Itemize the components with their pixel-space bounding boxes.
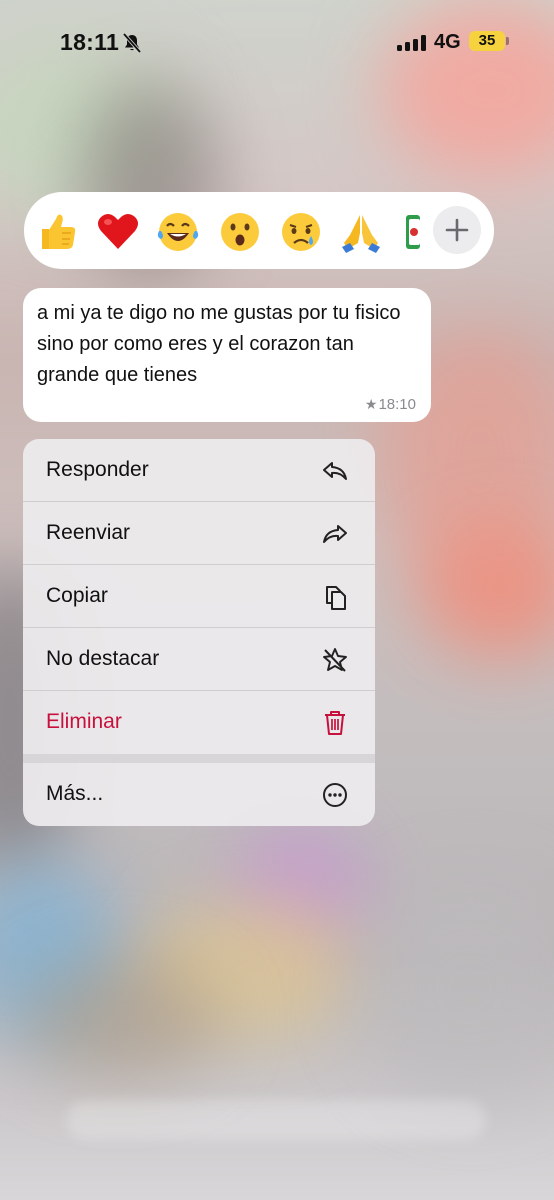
reaction-bar	[24, 192, 494, 269]
menu-item-label: No destacar	[46, 647, 160, 670]
menu-item-label: Reenviar	[46, 521, 131, 544]
tears-of-joy-emoji[interactable]	[155, 209, 201, 255]
menu-item-no-destacar[interactable]: No destacar	[23, 628, 375, 691]
surprised-face-emoji[interactable]	[217, 209, 263, 255]
partial-emoji[interactable]	[404, 209, 420, 255]
message-meta: ★18:10	[365, 396, 416, 413]
mute-bell-icon	[122, 32, 142, 54]
copy-icon	[326, 586, 346, 610]
trash-icon	[325, 711, 345, 735]
cellular-signal-icon	[397, 35, 427, 51]
menu-item-reenviar[interactable]: Reenviar	[23, 502, 375, 565]
menu-item-mas[interactable]: Más...	[23, 763, 375, 826]
menu-item-label: Más...	[46, 782, 104, 805]
menu-item-copiar[interactable]: Copiar	[23, 565, 375, 628]
menu-item-label: Eliminar	[46, 710, 122, 733]
menu-divider	[23, 754, 375, 763]
message-time: 18:10	[378, 396, 416, 413]
plus-icon	[445, 218, 469, 242]
menu-item-responder[interactable]: Responder	[23, 439, 375, 502]
unstar-icon	[323, 648, 347, 672]
reply-icon	[323, 462, 347, 480]
more-icon	[323, 783, 347, 807]
crying-face-emoji[interactable]	[278, 209, 324, 255]
battery-tip	[506, 37, 509, 45]
red-heart-emoji[interactable]	[95, 209, 141, 255]
battery-level: 35	[478, 32, 496, 49]
status-bar: 18:11 4G 35	[0, 0, 554, 90]
menu-item-label: Responder	[46, 458, 149, 481]
menu-item-eliminar[interactable]: Eliminar	[23, 691, 375, 754]
forward-icon	[323, 525, 347, 543]
message-text: a mi ya te digo no me gustas por tu fisi…	[37, 302, 401, 386]
folded-hands-emoji[interactable]	[338, 209, 384, 255]
battery-icon: 35	[469, 31, 505, 51]
add-reaction-button[interactable]	[433, 206, 481, 254]
network-type: 4G	[434, 31, 461, 53]
context-menu: Responder Reenviar Copiar No destacar El…	[23, 439, 375, 826]
starred-icon: ★	[364, 396, 378, 412]
message-bubble[interactable]: a mi ya te digo no me gustas por tu fisi…	[23, 288, 431, 422]
status-time: 18:11	[60, 29, 120, 55]
thumbs-up-emoji[interactable]	[34, 209, 80, 255]
menu-item-label: Copiar	[46, 584, 108, 607]
